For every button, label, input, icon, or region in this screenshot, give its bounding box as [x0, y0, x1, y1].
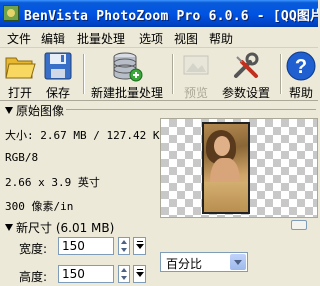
image-thumbnail: [202, 122, 250, 214]
floppy-disk-icon: [44, 52, 72, 80]
open-button[interactable]: 打开: [2, 50, 38, 100]
database-stack-icon: [113, 52, 143, 82]
width-unit-dropdown[interactable]: [133, 237, 146, 255]
width-stepper[interactable]: [118, 237, 130, 255]
collapse-triangle-icon: [5, 107, 13, 114]
title-bar: BenVista PhotoZoom Pro 6.0.6 - [QQ图片: [0, 0, 318, 27]
help-question-icon: ?: [286, 51, 316, 81]
menu-options[interactable]: 选项: [139, 30, 163, 47]
toolbar: 打开 保存 新建批量处理 预览 参数设置 ? 帮助: [0, 48, 318, 101]
toolbar-separator: [280, 54, 282, 94]
collapse-triangle-icon: [5, 224, 13, 231]
window-title: BenVista PhotoZoom Pro 6.0.6 - [QQ图片: [24, 9, 318, 24]
new-size-title: 新尺寸 (6.01 MB): [16, 221, 115, 235]
stepper-up-icon: [121, 268, 127, 272]
stepper-down-icon: [121, 248, 127, 252]
toolbar-separator: [83, 54, 85, 94]
height-stepper[interactable]: [118, 265, 130, 283]
save-button[interactable]: 保存: [40, 50, 76, 100]
settings-button[interactable]: 参数设置: [218, 50, 274, 100]
new-batch-label: 新建批量处理: [90, 86, 163, 100]
section-divider: [66, 109, 316, 110]
original-size: 大小: 2.67 MB / 127.42 KB: [5, 129, 167, 142]
width-label: 宽度:: [19, 242, 48, 256]
original-resolution: 300 像素/in: [5, 200, 74, 213]
menu-edit[interactable]: 编辑: [41, 30, 65, 47]
preview-button: 预览: [178, 50, 214, 100]
preview-label: 预览: [183, 86, 208, 100]
stepper-down-icon: [121, 276, 127, 280]
menu-view[interactable]: 视图: [174, 30, 198, 47]
open-label: 打开: [7, 86, 32, 100]
panel-scroll-thumb[interactable]: [291, 220, 307, 230]
help-button[interactable]: ? 帮助: [284, 50, 318, 100]
original-preview: [160, 118, 318, 218]
app-icon: [3, 5, 19, 21]
menu-file[interactable]: 文件: [7, 30, 31, 47]
unit-select-value: 百分比: [166, 257, 203, 271]
svg-text:?: ?: [295, 56, 307, 78]
original-image-title: 原始图像: [16, 104, 65, 118]
preview-image-icon: [183, 55, 209, 75]
height-unit-dropdown[interactable]: [133, 265, 146, 283]
chevron-down-icon[interactable]: [230, 254, 246, 270]
width-input[interactable]: 150: [58, 237, 114, 255]
unit-select[interactable]: 百分比: [160, 252, 248, 272]
save-label: 保存: [45, 86, 70, 100]
height-input[interactable]: 150: [58, 265, 114, 283]
new-batch-button[interactable]: 新建批量处理: [88, 50, 166, 100]
menu-help[interactable]: 帮助: [209, 30, 233, 47]
folder-open-icon: [5, 57, 36, 79]
menu-bar: 文件 编辑 批量处理 选项 视图 帮助: [0, 27, 318, 48]
original-dimensions: 2.66 x 3.9 英寸: [5, 176, 100, 189]
toolbar-separator: [172, 54, 174, 94]
new-size-header[interactable]: 新尺寸 (6.01 MB): [0, 219, 318, 235]
original-image-header[interactable]: 原始图像: [0, 102, 318, 118]
height-label: 高度:: [19, 270, 48, 284]
stepper-up-icon: [121, 240, 127, 244]
settings-label: 参数设置: [221, 86, 270, 100]
wrench-screwdriver-icon: [234, 52, 259, 78]
help-label: 帮助: [288, 86, 313, 100]
menu-batch[interactable]: 批量处理: [77, 30, 125, 47]
original-color-mode: RGB/8: [5, 151, 39, 164]
